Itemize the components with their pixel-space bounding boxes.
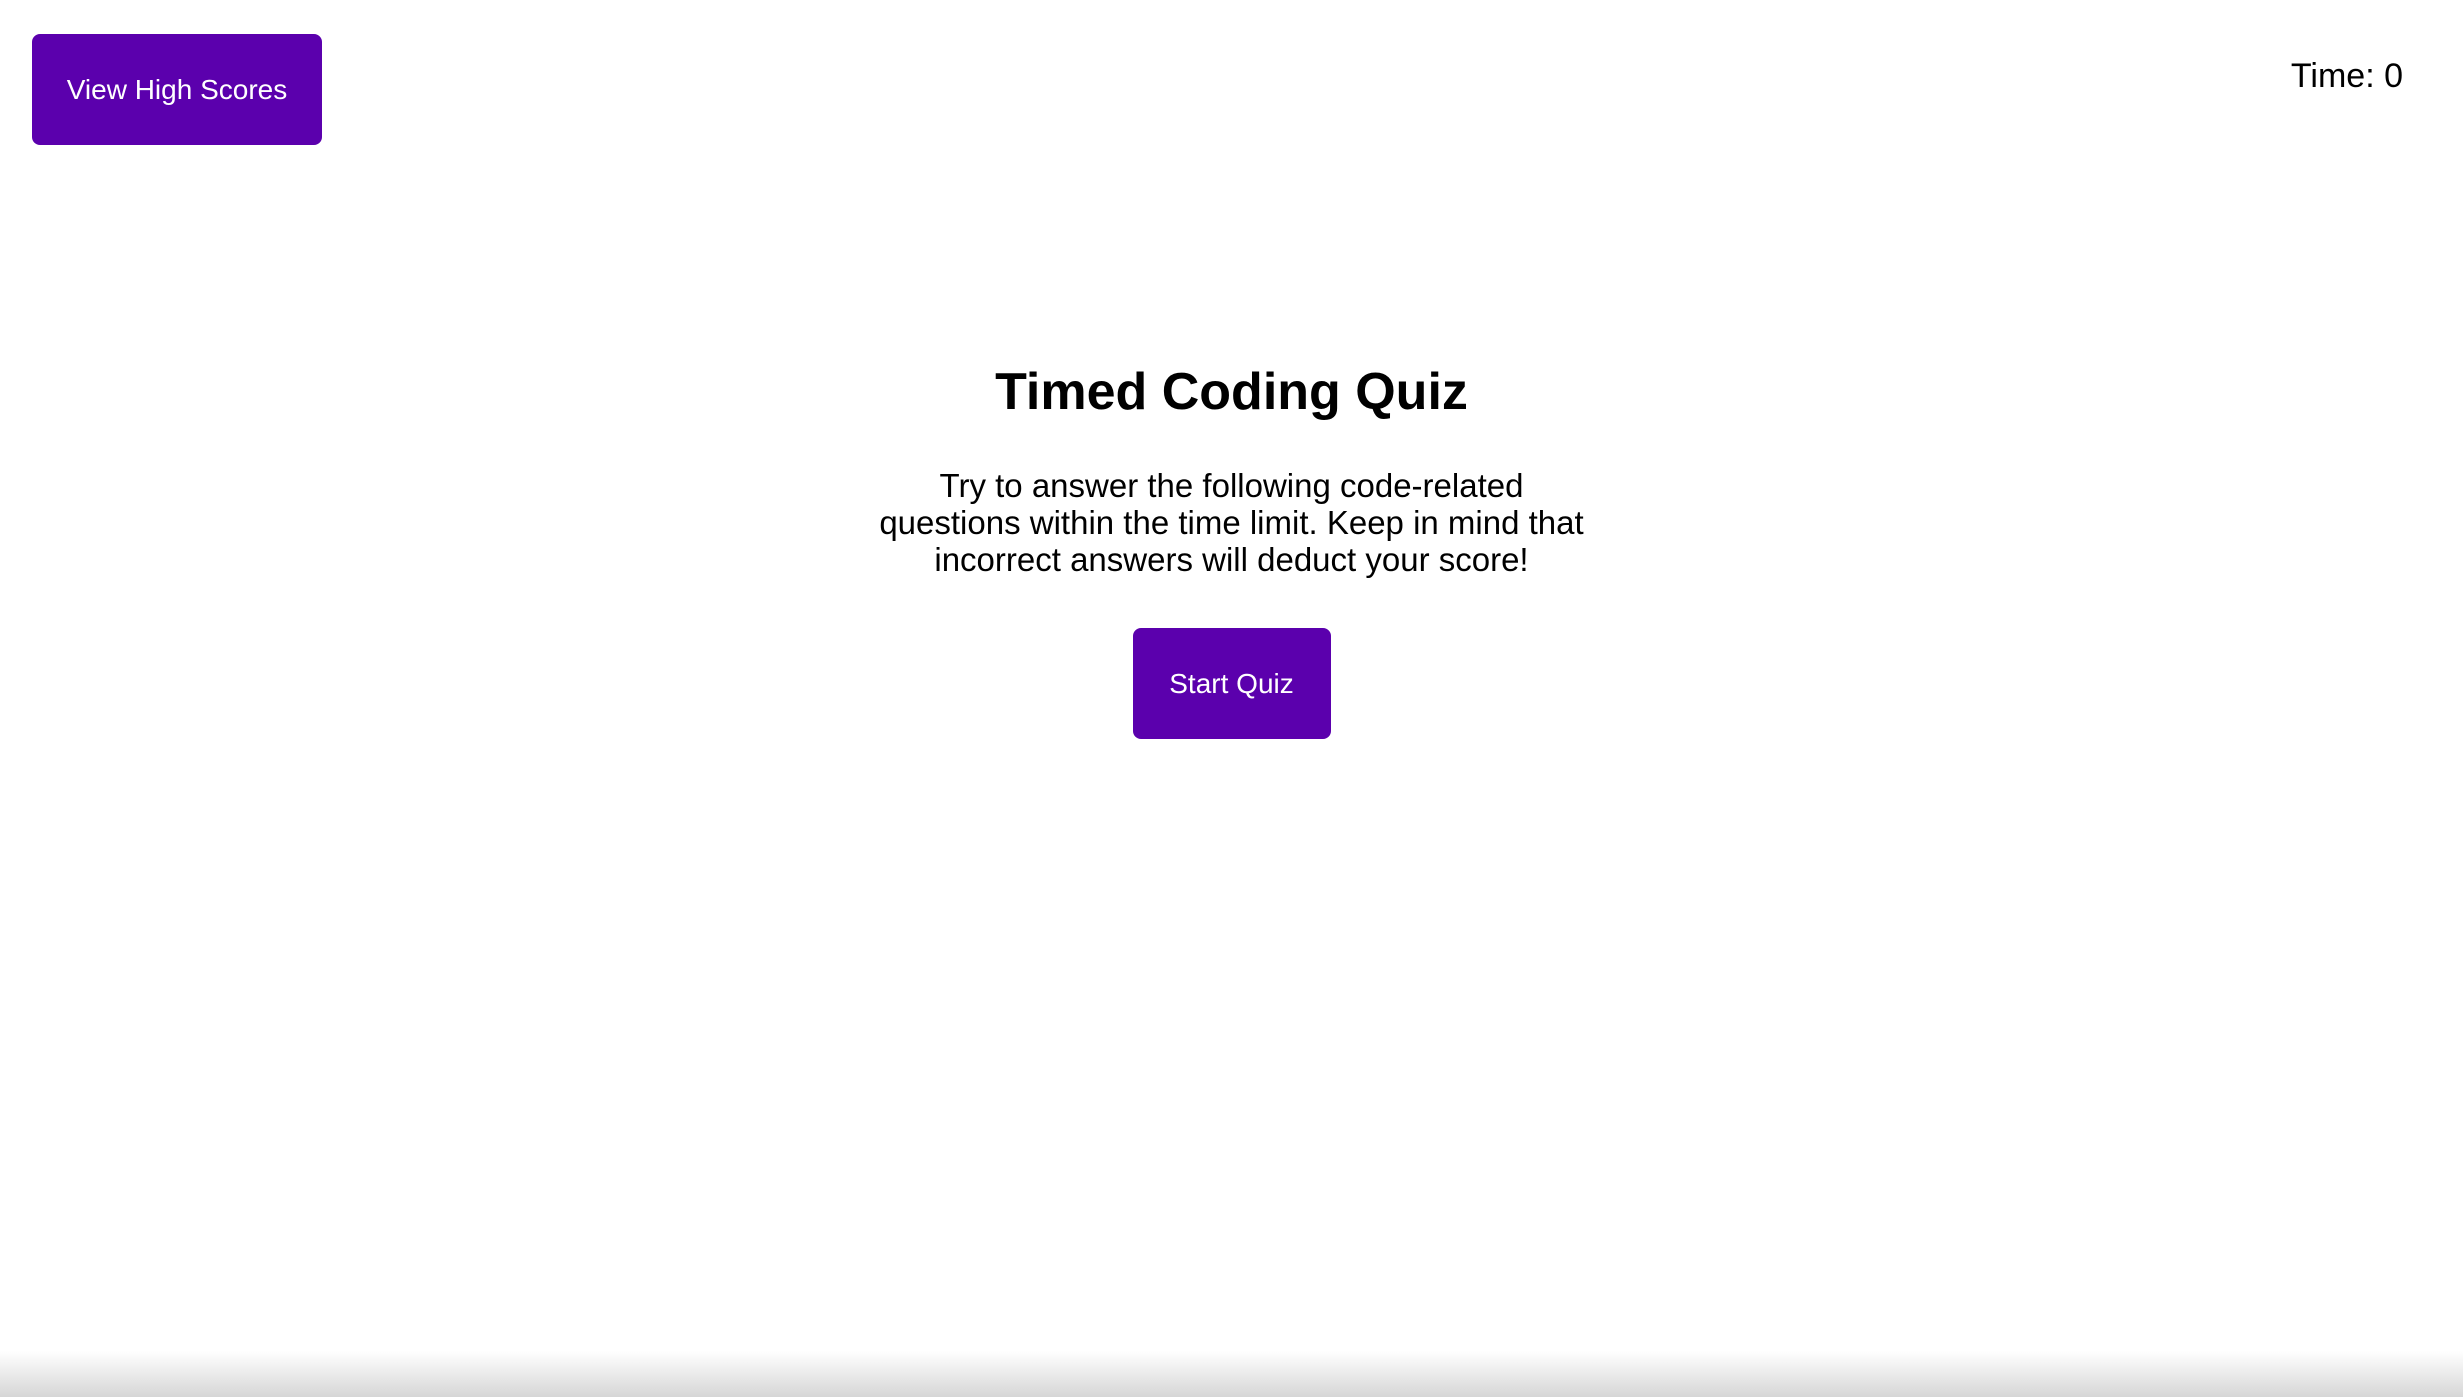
page-title: Timed Coding Quiz	[995, 363, 1468, 421]
timer-display: Time: 0	[2290, 57, 2403, 95]
start-quiz-button[interactable]: Start Quiz	[1132, 628, 1331, 739]
quiz-description: Try to answer the following code-related…	[879, 467, 1584, 578]
view-high-scores-button[interactable]: View High Scores	[32, 34, 322, 145]
bottom-edge-shadow	[0, 1351, 2463, 1397]
quiz-intro: Timed Coding Quiz Try to answer the foll…	[0, 355, 2463, 739]
